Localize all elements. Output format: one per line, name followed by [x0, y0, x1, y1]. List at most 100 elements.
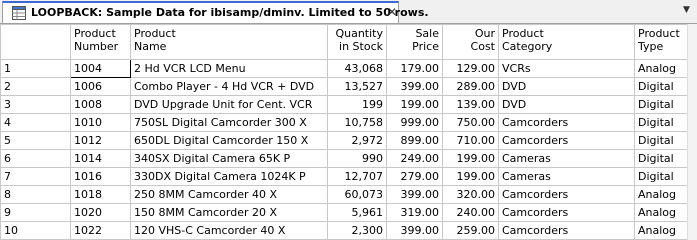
row-number-cell[interactable]: 8 [0, 185, 71, 204]
table-cell[interactable]: 13,527 [327, 77, 387, 96]
table-cell[interactable]: 12,707 [327, 167, 387, 186]
table-cell[interactable]: 1010 [70, 113, 131, 132]
row-number-cell[interactable]: 4 [0, 113, 71, 132]
table-cell[interactable]: 650DL Digital Camcorder 150 X [130, 131, 328, 150]
table-cell[interactable]: 319.00 [386, 203, 443, 222]
table-cell[interactable]: Analog [634, 185, 689, 204]
table-cell[interactable]: Digital [634, 131, 689, 150]
table-cell[interactable]: 2,300 [327, 221, 387, 240]
column-header[interactable]: Quantity in Stock [327, 24, 387, 60]
table-row[interactable]: 1 1004 2 Hd VCR LCD Menu 43,068 179.00 129.00… [0, 59, 689, 78]
table-cell[interactable]: 2,972 [327, 131, 387, 150]
table-cell[interactable]: 139.00 [442, 95, 499, 114]
table-row[interactable]: 10 1022 120 VHS-C Camcorder 40 X 2,300 399.0… [0, 221, 689, 240]
table-cell[interactable]: 999.00 [386, 113, 443, 132]
table-cell[interactable]: 129.00 [442, 59, 499, 78]
table-cell[interactable]: 179.00 [386, 59, 443, 78]
table-cell[interactable]: 990 [327, 149, 387, 168]
table-cell[interactable]: 1022 [70, 221, 131, 240]
table-cell[interactable]: 120 VHS-C Camcorder 40 X [130, 221, 328, 240]
row-number-cell[interactable]: 9 [0, 203, 71, 222]
table-cell[interactable]: DVD Upgrade Unit for Cent. VCR [130, 95, 328, 114]
table-row[interactable]: 4 1010 750SL Digital Camcorder 300 X 10,758… [0, 113, 689, 132]
table-cell[interactable]: 199.00 [442, 167, 499, 186]
table-cell[interactable]: 1014 [70, 149, 131, 168]
table-cell[interactable]: 899.00 [386, 131, 443, 150]
table-cell[interactable]: Cameras [498, 149, 635, 168]
table-cell[interactable]: Camcorders [498, 221, 635, 240]
table-cell[interactable]: Digital [634, 167, 689, 186]
table-cell[interactable]: 710.00 [442, 131, 499, 150]
table-cell[interactable]: 330DX Digital Camera 1024K P [130, 167, 328, 186]
table-cell[interactable]: 1012 [70, 131, 131, 150]
table-cell[interactable]: Analog [634, 203, 689, 222]
close-icon[interactable]: ✕ [387, 5, 397, 19]
row-number-cell[interactable]: 5 [0, 131, 71, 150]
table-cell[interactable]: 289.00 [442, 77, 499, 96]
row-number-header[interactable] [0, 24, 71, 60]
table-cell[interactable]: DVD [498, 77, 635, 96]
row-number-cell[interactable]: 10 [0, 221, 71, 240]
vertical-scrollbar[interactable] [687, 24, 697, 240]
table-cell[interactable]: 43,068 [327, 59, 387, 78]
tab-loopback-sample-data[interactable]: LOOPBACK: Sample Data for ibisamp/dminv.… [2, 1, 429, 23]
chevron-down-icon[interactable]: ▼ [683, 5, 690, 15]
table-cell[interactable]: 10,758 [327, 113, 387, 132]
row-number-cell[interactable]: 1 [0, 59, 71, 78]
row-number-cell[interactable]: 3 [0, 95, 71, 114]
table-cell[interactable]: 1008 [70, 95, 131, 114]
table-cell[interactable]: 320.00 [442, 185, 499, 204]
table-cell[interactable]: VCRs [498, 59, 635, 78]
table-row[interactable]: 2 1006 Combo Player - 4 Hd VCR + DVD 13,527… [0, 77, 689, 96]
table-cell[interactable]: 1018 [70, 185, 131, 204]
data-grid[interactable]: Product Number Product Name Quantity in Stock… [0, 24, 697, 240]
table-cell[interactable]: 199.00 [442, 149, 499, 168]
table-cell[interactable]: 199 [327, 95, 387, 114]
table-cell[interactable]: Camcorders [498, 185, 635, 204]
table-cell[interactable]: Digital [634, 95, 689, 114]
table-cell[interactable]: 279.00 [386, 167, 443, 186]
column-header[interactable]: Product Number [70, 24, 131, 60]
row-number-cell[interactable]: 2 [0, 77, 71, 96]
table-cell[interactable]: 2 Hd VCR LCD Menu [130, 59, 328, 78]
table-row[interactable]: 7 1016 330DX Digital Camera 1024K P 12,707 2… [0, 167, 689, 186]
column-header[interactable]: Our Cost [442, 24, 499, 60]
row-number-cell[interactable]: 6 [0, 149, 71, 168]
table-cell[interactable]: Camcorders [498, 131, 635, 150]
table-cell[interactable]: 399.00 [386, 77, 443, 96]
row-number-cell[interactable]: 7 [0, 167, 71, 186]
table-row[interactable]: 5 1012 650DL Digital Camcorder 150 X 2,972 8… [0, 131, 689, 150]
table-row[interactable]: 6 1014 340SX Digital Camera 65K P 990 249.00… [0, 149, 689, 168]
table-row[interactable]: 9 1020 150 8MM Camcorder 20 X 5,961 319.00 24… [0, 203, 689, 222]
table-row[interactable]: 3 1008 DVD Upgrade Unit for Cent. VCR 199 19… [0, 95, 689, 114]
table-cell[interactable]: 399.00 [386, 185, 443, 204]
table-cell[interactable]: DVD [498, 95, 635, 114]
table-cell[interactable]: 1020 [70, 203, 131, 222]
table-cell[interactable]: 1006 [70, 77, 131, 96]
table-cell[interactable]: Camcorders [498, 113, 635, 132]
column-header[interactable]: Product Name [130, 24, 328, 60]
table-cell[interactable]: 340SX Digital Camera 65K P [130, 149, 328, 168]
table-cell[interactable]: 5,961 [327, 203, 387, 222]
table-cell[interactable]: Analog [634, 221, 689, 240]
table-cell[interactable]: 399.00 [386, 221, 443, 240]
table-cell[interactable]: 249.00 [386, 149, 443, 168]
table-cell[interactable]: 250 8MM Camcorder 40 X [130, 185, 328, 204]
table-cell[interactable]: 240.00 [442, 203, 499, 222]
table-cell[interactable]: 60,073 [327, 185, 387, 204]
table-cell[interactable]: 259.00 [442, 221, 499, 240]
table-cell[interactable]: Camcorders [498, 203, 635, 222]
table-cell[interactable]: Digital [634, 113, 689, 132]
table-cell[interactable]: 1016 [70, 167, 131, 186]
table-cell[interactable]: 750SL Digital Camcorder 300 X [130, 113, 328, 132]
table-cell[interactable]: Digital [634, 149, 689, 168]
column-header[interactable]: Sale Price [386, 24, 443, 60]
table-cell[interactable]: 199.00 [386, 95, 443, 114]
table-cell[interactable]: 1004 [70, 59, 131, 78]
table-cell[interactable]: Digital [634, 77, 689, 96]
table-cell[interactable]: 150 8MM Camcorder 20 X [130, 203, 328, 222]
table-cell[interactable]: 750.00 [442, 113, 499, 132]
table-cell[interactable]: Combo Player - 4 Hd VCR + DVD [130, 77, 328, 96]
column-header[interactable]: Product Category [498, 24, 635, 60]
table-row[interactable]: 8 1018 250 8MM Camcorder 40 X 60,073 399.00 3… [0, 185, 689, 204]
